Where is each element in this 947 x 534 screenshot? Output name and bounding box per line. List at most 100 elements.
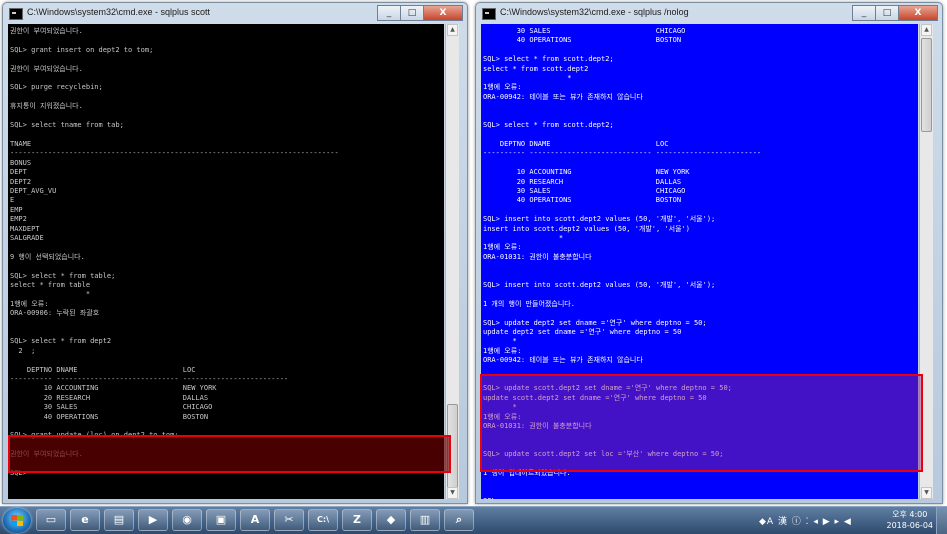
scroll-down-icon[interactable]: ▼	[447, 487, 458, 499]
console-line: SQL>	[483, 497, 918, 499]
console-output[interactable]: 권한이 부여되었습니다. SQL> grant insert on dept2 …	[8, 24, 444, 499]
console-line: 10 ACCOUNTING NEW YORK	[10, 384, 217, 393]
taskbar: ▭ e ▤ ▶ ◉ ▣ A ✂ C:\ Z ◆ ▥ ⌕ ◆A 漢 ⓘ ⁚ ◂ ▶ ▸ ◀ 오후 4:00…	[0, 506, 947, 534]
scroll-up-icon[interactable]: ▲	[447, 24, 458, 36]
scroll-up-icon[interactable]: ▲	[921, 24, 932, 36]
pdf-reader-icon[interactable]: A	[240, 509, 270, 531]
console-line: SQL> update dept2 set dname ='연구' where …	[483, 318, 707, 327]
system-tray: ◆A 漢 ⓘ ⁚ ◂ ▶ ▸ ◀ 오후 4:00 2018-06-04	[757, 507, 947, 534]
console-line: SQL> insert into scott.dept2 values (50,…	[483, 280, 716, 289]
console-line: TNAME	[10, 139, 32, 148]
scroll-down-icon[interactable]: ▼	[921, 487, 932, 499]
console-line: SQL> select * from table;	[10, 271, 116, 280]
cmd-window-scott[interactable]: C:\Windows\system32\cmd.exe - sqlplus sc…	[2, 2, 468, 504]
maximize-button[interactable]: □	[400, 5, 424, 21]
console-line: EMP	[10, 205, 23, 214]
console-line: E	[10, 196, 15, 205]
console-line: select * from table	[10, 280, 91, 289]
show-desktop-button[interactable]	[936, 507, 947, 534]
console-line: 30 SALES CHICAGO	[10, 403, 213, 412]
console-line: 20 RESEARCH DALLAS	[10, 393, 209, 402]
window-title: C:\Windows\system32\cmd.exe - sqlplus sc…	[27, 7, 211, 17]
console-line: 40 OPERATIONS BOSTON	[10, 412, 209, 421]
internet-explorer-icon[interactable]: e	[70, 509, 100, 531]
console-line: ----------------------------------------…	[10, 149, 339, 158]
start-button[interactable]	[3, 508, 31, 533]
console-line: 권한이 부여되었습니다.	[10, 27, 83, 35]
console-line: SQL> select * from scott.dept2;	[483, 55, 614, 64]
magnifier-tool-icon[interactable]: ⌕	[444, 509, 474, 531]
console-line: 9 행이 선택되었습니다.	[10, 252, 85, 261]
console-line: SQL> grant insert on dept2 to tom;	[10, 45, 154, 54]
vertical-scrollbar[interactable]: ▲ ▼	[445, 24, 459, 499]
console-line: MAXDEPT	[10, 224, 40, 233]
minimize-button[interactable]: _	[377, 5, 401, 21]
maximize-button[interactable]: □	[875, 5, 899, 21]
console-line: DEPTNO DNAME LOC	[10, 365, 196, 374]
console-line: SQL> select * from scott.dept2;	[483, 121, 614, 130]
minimize-button[interactable]: _	[852, 5, 876, 21]
console-line: DEPTNO DNAME LOC	[483, 139, 669, 148]
console-line: ORA-00906: 누락된 좌괄호	[10, 309, 100, 318]
scrollbar-thumb[interactable]	[921, 38, 932, 132]
file-explorer-icon[interactable]: ▤	[104, 509, 134, 531]
console-line: *	[483, 74, 572, 83]
tray-icons[interactable]: ◆A 漢 ⓘ ⁚ ◂ ▶ ▸ ◀	[759, 514, 852, 527]
console-line: *	[483, 337, 517, 346]
media-player-icon[interactable]: ▶	[138, 509, 168, 531]
window-title: C:\Windows\system32\cmd.exe - sqlplus /n…	[500, 7, 689, 17]
explorer-folder-icon[interactable]: ▭	[36, 509, 66, 531]
console-line: 40 OPERATIONS BOSTON	[483, 196, 682, 205]
database-tool-icon[interactable]: ▥	[410, 509, 440, 531]
console-line: 20 RESEARCH DALLAS	[483, 177, 682, 186]
console-line: 1행에 오류:	[483, 243, 522, 252]
scissors-tool-icon[interactable]: ✂	[274, 509, 304, 531]
highlight-box-grant-update	[8, 435, 451, 473]
window-titlebar[interactable]: C:\Windows\system32\cmd.exe - sqlplus sc…	[3, 3, 467, 23]
close-button[interactable]: X	[898, 5, 938, 21]
console-line: 1행에 오류:	[10, 299, 49, 308]
console-text: 권한이 부여되었습니다. SQL> grant insert on dept2 …	[8, 24, 444, 479]
console-line: SQL> select tname from tab;	[10, 121, 124, 130]
filezilla-icon[interactable]: Z	[342, 509, 372, 531]
console-line: ---------- -----------------------------…	[483, 149, 762, 158]
close-button[interactable]: X	[423, 5, 463, 21]
console-line: ORA-01031: 권한이 불충분합니다	[483, 252, 592, 261]
console-line: update dept2 set dname ='연구' where deptn…	[483, 328, 682, 336]
highlight-box-update-results	[480, 374, 923, 472]
visual-studio-icon[interactable]: ◆	[376, 509, 406, 531]
cmd-icon[interactable]: C:\	[308, 509, 338, 531]
presentation-app-icon[interactable]: ▣	[206, 509, 236, 531]
console-line: SQL> purge recyclebin;	[10, 83, 103, 92]
window-titlebar[interactable]: C:\Windows\system32\cmd.exe - sqlplus /n…	[476, 3, 942, 23]
console-line: SALGRADE	[10, 233, 44, 242]
cmd-icon	[9, 8, 23, 20]
console-line: 40 OPERATIONS BOSTON	[483, 36, 682, 45]
console-line: *	[10, 290, 91, 299]
console-line: insert into scott.dept2 values (50, '개발'…	[483, 224, 690, 233]
chrome-icon[interactable]: ◉	[172, 509, 202, 531]
console-line: 10 ACCOUNTING NEW YORK	[483, 168, 690, 177]
console-line: 30 SALES CHICAGO	[483, 186, 686, 195]
console-line: 1 개의 행이 만들어졌습니다.	[483, 299, 575, 308]
console-line: 1행에 오류:	[483, 83, 522, 92]
clock[interactable]: 오후 4:00 2018-06-04	[887, 509, 934, 531]
